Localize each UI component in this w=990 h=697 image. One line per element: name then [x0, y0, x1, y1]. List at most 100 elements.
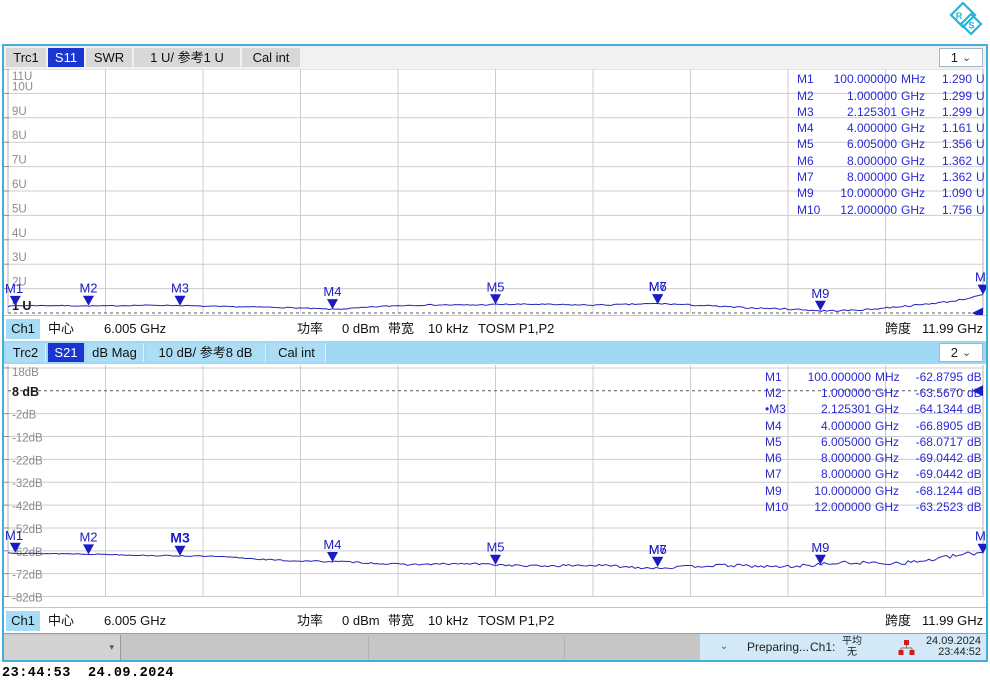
marker-M2[interactable]: [83, 295, 94, 306]
marker-table-cell: 12.000000: [814, 500, 871, 515]
marker-table-cell: M1: [797, 72, 814, 87]
marker-M4[interactable]: [327, 299, 338, 310]
marker-table-cell: U: [976, 104, 985, 119]
window1-selector[interactable]: 1 ⌄: [939, 48, 983, 67]
span-value[interactable]: 11.99 GHz: [922, 611, 983, 631]
marker-table-row: M1 100.000000 MHz -62.8795 dB: [761, 369, 982, 385]
marker-M9[interactable]: [814, 554, 826, 565]
marker-label-M3: M3: [171, 281, 189, 296]
trace2-name-button[interactable]: Trc2: [6, 343, 46, 362]
chevron-down-icon: ⌄: [962, 346, 972, 359]
span-value[interactable]: 11.99 GHz: [922, 319, 983, 339]
marker-table-row: M2 1.000000 GHz 1.299 U: [793, 88, 986, 104]
channel-button[interactable]: Ch1: [6, 611, 40, 631]
trace2-sparam-button[interactable]: S21: [48, 343, 84, 362]
trace1-sparam-button[interactable]: S11: [48, 48, 84, 67]
marker-M10[interactable]: [977, 284, 987, 295]
marker-table-cell: 8.000000: [846, 169, 897, 184]
channel-bar: Ch1 中心 6.005 GHz 功率 0 dBm 带宽 10 kHz TOSM…: [4, 315, 986, 341]
trace2-cal-button[interactable]: Cal int: [268, 343, 326, 362]
screenshot-root: { "logo": {"name": "rohde-schwarz", "col…: [0, 0, 990, 697]
marker-table-cell: 1.161: [941, 121, 972, 136]
power-value[interactable]: 0 dBm: [342, 319, 380, 339]
reference-position-arrow: [972, 307, 983, 315]
y-axis-label: -22dB: [12, 455, 43, 467]
marker-table-cell: 1.290: [941, 72, 972, 87]
trace1-scale-button[interactable]: 1 U/ 参考1 U: [134, 48, 240, 67]
marker-table-cell: GHz: [875, 467, 899, 482]
trace1-name-button[interactable]: Trc1: [6, 48, 46, 67]
marker-table-cell: 10.000000: [814, 483, 871, 498]
marker-table-cell: 1.362: [941, 169, 972, 184]
marker-label-M10: M10: [975, 270, 986, 285]
trace1-cal-button[interactable]: Cal int: [242, 48, 300, 67]
marker-M5[interactable]: [490, 294, 501, 305]
cal-status[interactable]: TOSM P1,P2: [478, 611, 554, 631]
marker-table-cell: GHz: [901, 137, 925, 152]
marker-table-cell: 1.000000: [846, 88, 897, 103]
marker-table-trc2: M1 100.000000 MHz -62.8795 dB M2 1.000000 GHz -6…: [761, 369, 982, 515]
marker-table-cell: 8.000000: [846, 153, 897, 168]
marker-M9[interactable]: [814, 300, 826, 311]
status-divider: [368, 636, 369, 659]
channel-button[interactable]: Ch1: [6, 319, 40, 339]
marker-label-M3: M3: [170, 530, 190, 546]
marker-label-M4: M4: [323, 284, 341, 299]
marker-M3[interactable]: [174, 295, 186, 306]
marker-M7[interactable]: [652, 556, 664, 567]
center-label: 中心: [48, 613, 75, 628]
svg-text:S: S: [968, 21, 974, 31]
reference-level-label: 8 dB: [12, 385, 39, 399]
marker-table-cell: M7: [765, 467, 782, 482]
center-value[interactable]: 6.005 GHz: [104, 611, 166, 631]
marker-table-cell: dB: [967, 451, 982, 466]
marker-table-cell: 1.299: [941, 88, 972, 103]
marker-table-cell: 2.125301: [846, 104, 897, 119]
marker-table-cell: 8.000000: [820, 451, 871, 466]
footer-timestamp: 23:44:53 24.09.2024: [2, 666, 175, 681]
marker-table-row: M1 100.000000 MHz 1.290 U: [793, 71, 986, 87]
cal-status[interactable]: TOSM P1,P2: [478, 319, 554, 339]
trace1-format-button[interactable]: SWR: [86, 48, 132, 67]
center-value[interactable]: 6.005 GHz: [104, 319, 166, 339]
marker-table-cell: U: [976, 137, 985, 152]
marker-table-cell: -68.1244: [915, 483, 963, 498]
marker-table-cell: M4: [797, 121, 814, 136]
marker-table-cell: 8.000000: [820, 467, 871, 482]
bandwidth-value[interactable]: 10 kHz: [428, 319, 468, 339]
marker-table-cell: M2: [797, 88, 814, 103]
marker-M7[interactable]: [652, 294, 664, 305]
marker-table-row: M6 8.000000 GHz -69.0442 dB: [761, 450, 982, 466]
svg-text:R: R: [956, 11, 963, 21]
marker-table-cell: U: [976, 88, 985, 103]
marker-M2[interactable]: [83, 544, 94, 555]
chevron-down-icon[interactable]: ⌄: [720, 634, 728, 660]
marker-table-row: M10 12.000000 GHz 1.756 U: [793, 202, 986, 218]
window2-selector[interactable]: 2 ⌄: [939, 343, 983, 362]
lan-status-icon: [898, 640, 915, 655]
marker-table-cell: MHz: [901, 72, 926, 87]
marker-table-cell: 1.356: [941, 137, 972, 152]
marker-table-cell: GHz: [901, 121, 925, 136]
marker-table-cell: -63.5670: [915, 386, 963, 401]
power-value[interactable]: 0 dBm: [342, 611, 380, 631]
marker-table-cell: M5: [797, 137, 814, 152]
marker-table-cell: 4.000000: [820, 418, 871, 433]
marker-table-row: M6 8.000000 GHz 1.362 U: [793, 153, 986, 169]
marker-table-row: M7 8.000000 GHz 1.362 U: [793, 169, 986, 185]
marker-label-M7: M7: [649, 279, 667, 294]
trace2-format-button[interactable]: dB Mag: [86, 343, 144, 362]
span-label: 跨度: [885, 613, 912, 628]
bandwidth-value[interactable]: 10 kHz: [428, 611, 468, 631]
status-combo-box[interactable]: ▾: [4, 635, 121, 660]
marker-table-row: M5 6.005000 GHz -68.0717 dB: [761, 434, 982, 450]
marker-table-row: M3 2.125301 GHz 1.299 U: [793, 104, 986, 120]
marker-table-cell: U: [976, 153, 985, 168]
marker-M5[interactable]: [490, 554, 501, 565]
trace2-scale-button[interactable]: 10 dB/ 参考8 dB: [146, 343, 266, 362]
status-preparing: Preparing...: [747, 640, 810, 654]
marker-table-cell: M5: [765, 434, 782, 449]
marker-M4[interactable]: [327, 552, 338, 562]
marker-table-cell: 2.125301: [820, 402, 871, 417]
marker-table-cell: M6: [797, 153, 814, 168]
